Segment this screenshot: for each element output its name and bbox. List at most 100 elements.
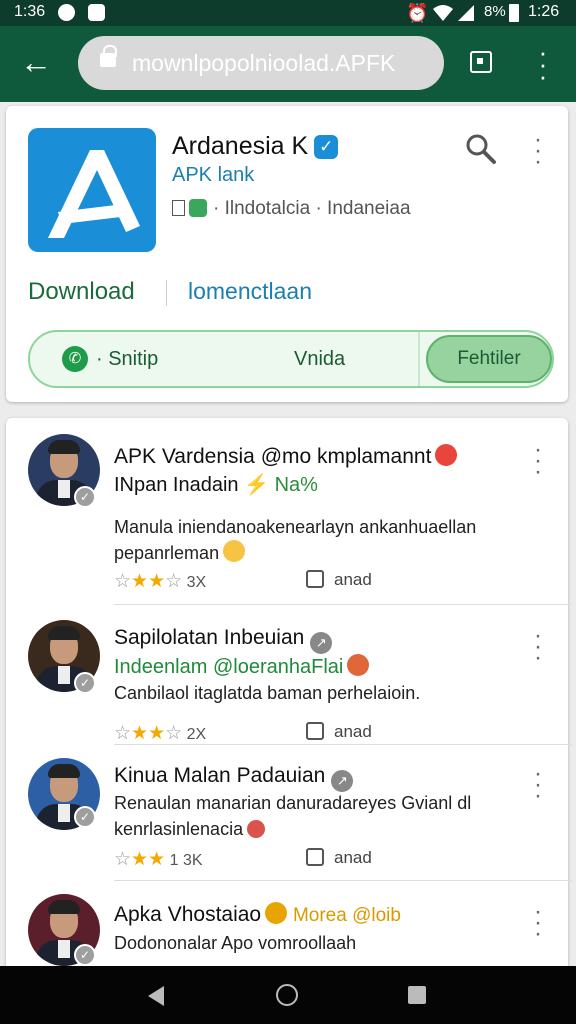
reviewer-name: Kinua Malan Padauian ↗ <box>114 764 354 792</box>
reviewer-subtitle: Indeenlam @loeranhaFlai <box>114 654 370 679</box>
reviewer-handle: Morea @loib <box>292 905 401 926</box>
helpful-label: anad <box>334 848 372 867</box>
helpful-button[interactable]: anad <box>306 848 372 868</box>
review-stats: ☆★★☆ 3X <box>114 570 206 593</box>
star-icon: ★ <box>148 723 166 744</box>
segment-divider <box>418 332 420 386</box>
review-body: Renaulan manarian danuradareyes Gvianl d… <box>114 790 554 842</box>
review-body: Canbilaol itaglatda baman perhelaioin. <box>114 683 421 703</box>
star-icon: ★ <box>131 723 149 744</box>
badge-icon <box>265 902 288 924</box>
thumbs-up-icon <box>306 570 324 588</box>
app-meta-text: · Ilndotalcia · Indaneiaa <box>213 198 411 219</box>
review-count: 3X <box>186 574 207 591</box>
helpful-label: anad <box>334 570 372 589</box>
system-nav-bar <box>0 966 576 1024</box>
middle-option-button[interactable]: Vnida <box>294 348 345 371</box>
status-bar: 1:36 ⏰ 8% 1:26 <box>0 0 576 26</box>
reviewer-name-text: Kinua Malan Padauian <box>114 764 326 787</box>
helpful-button[interactable]: anad <box>306 722 372 742</box>
review-menu-icon[interactable]: · · · <box>528 438 548 484</box>
app-subtitle[interactable]: APK lank <box>172 164 254 187</box>
app-meta: · Ilndotalcia · Indaneiaa <box>172 198 411 220</box>
star-icon: ★ <box>131 849 149 870</box>
thumbs-up-icon <box>306 722 324 740</box>
link-icon: ↗ <box>310 632 333 654</box>
reviewer-subtitle-extra: Na% <box>274 474 318 496</box>
reviewer-subtitle-text: INpan Inadain <box>114 474 239 496</box>
smile-emoji-icon <box>223 540 246 562</box>
tab-switcher-icon[interactable] <box>470 51 492 73</box>
review-body: Manula iniendanoakenearlayn ankanhuaella… <box>114 514 514 566</box>
emoji-icon <box>247 820 266 838</box>
action-segmented-bar: ✆ · Snitip Vnida Fehtiler <box>28 330 554 388</box>
battery-icon <box>509 4 519 22</box>
review-body: Dodononalar Apo vomroollaah <box>114 933 357 953</box>
star-outline-icon: ☆ <box>114 571 132 592</box>
download-button[interactable]: Download <box>28 278 135 306</box>
lock-icon <box>100 45 117 67</box>
review-menu-icon[interactable]: · · · <box>528 900 548 946</box>
nav-home-icon[interactable] <box>276 984 298 1006</box>
half-star-icon: ☆ <box>165 571 183 592</box>
review-count: 1 3K <box>169 852 203 869</box>
thumbs-up-icon <box>306 848 324 866</box>
search-icon[interactable] <box>464 132 498 166</box>
link-icon: ↗ <box>331 770 354 792</box>
helpful-button[interactable]: anad <box>306 570 372 590</box>
action-divider <box>166 280 167 306</box>
status-time-left: 1:36 <box>14 3 46 20</box>
review-body-text: Manula iniendanoakenearlayn ankanhuaella… <box>114 517 477 563</box>
android-icon <box>189 199 207 217</box>
notification-icon <box>58 4 75 21</box>
reviewer-name: Sapilolatan Inbeuian ↗ <box>114 626 333 654</box>
follow-button[interactable]: Fehtiler <box>426 335 552 383</box>
browser-toolbar: ← mownlpopolnioolad.APFK · · · <box>0 26 576 102</box>
review-body-text: Renaulan manarian danuradareyes Gvianl d… <box>114 793 472 839</box>
review-count: 2X <box>186 726 207 743</box>
star-icon: ★ <box>148 571 166 592</box>
app-header-card: Ardanesia K ✓ APK lank · Ilndotalcia · In… <box>6 106 568 402</box>
verified-check-icon: ✓ <box>74 944 96 966</box>
star-outline-icon: ☆ <box>114 723 132 744</box>
share-button[interactable]: · Snitip <box>96 348 158 371</box>
review-menu-icon[interactable]: · · · <box>528 624 548 670</box>
app-overflow-menu-icon[interactable]: · · · <box>528 128 548 174</box>
reviewer-name: Apka Vhostaiao Morea @loib <box>114 902 401 927</box>
app-logo-icon <box>28 128 156 252</box>
nav-recents-icon[interactable] <box>408 986 426 1004</box>
review-divider <box>114 604 572 605</box>
reviewer-name-text: Apka Vhostaiao <box>114 903 262 926</box>
emoji-icon <box>435 444 458 466</box>
app-title: Ardanesia K ✓ <box>172 132 339 161</box>
nav-back-icon[interactable] <box>148 986 164 1006</box>
whatsapp-icon[interactable]: ✆ <box>62 346 88 372</box>
secondary-action-link[interactable]: lomenctlaan <box>188 278 312 305</box>
helpful-label: anad <box>334 722 372 741</box>
url-text: mownlpopolnioolad.APFK <box>132 50 396 76</box>
verified-check-icon: ✓ <box>74 806 96 828</box>
star-icon: ★ <box>131 571 149 592</box>
browser-menu-icon[interactable]: · · · <box>533 39 553 89</box>
alarm-icon: ⏰ <box>406 3 429 23</box>
review-stats: ☆★★☆ 2X <box>114 722 206 745</box>
battery-percent: 8% <box>484 3 506 20</box>
status-time-right: 1:26 <box>528 3 560 20</box>
star-outline-icon: ☆ <box>114 849 132 870</box>
calendar-icon <box>172 200 185 216</box>
reviewer-subtitle: INpan Inadain ⚡ Na% <box>114 472 318 497</box>
reviews-card: ✓ APK Vardensia @mo kmplamannt INpan Ina… <box>6 418 572 978</box>
address-bar[interactable]: mownlpopolnioolad.APFK <box>78 36 444 90</box>
verified-check-icon: ✓ <box>74 486 96 508</box>
lightning-icon: ⚡ <box>244 474 270 496</box>
reviewer-name-text: APK Vardensia @mo kmplamannt <box>114 445 432 468</box>
verified-check-icon: ✓ <box>74 672 96 694</box>
verified-badge-icon: ✓ <box>314 135 339 159</box>
reviewer-subtitle-text: Indeenlam @loeranhaFlai <box>114 656 344 678</box>
wifi-icon <box>433 5 453 21</box>
app-title-text: Ardanesia <box>172 132 285 160</box>
half-star-icon: ☆ <box>165 723 183 744</box>
reviewer-name: APK Vardensia @mo kmplamannt <box>114 444 458 469</box>
reviewer-name-text: Sapilolatan Inbeuian <box>114 626 305 649</box>
back-arrow-icon[interactable]: ← <box>20 46 56 82</box>
